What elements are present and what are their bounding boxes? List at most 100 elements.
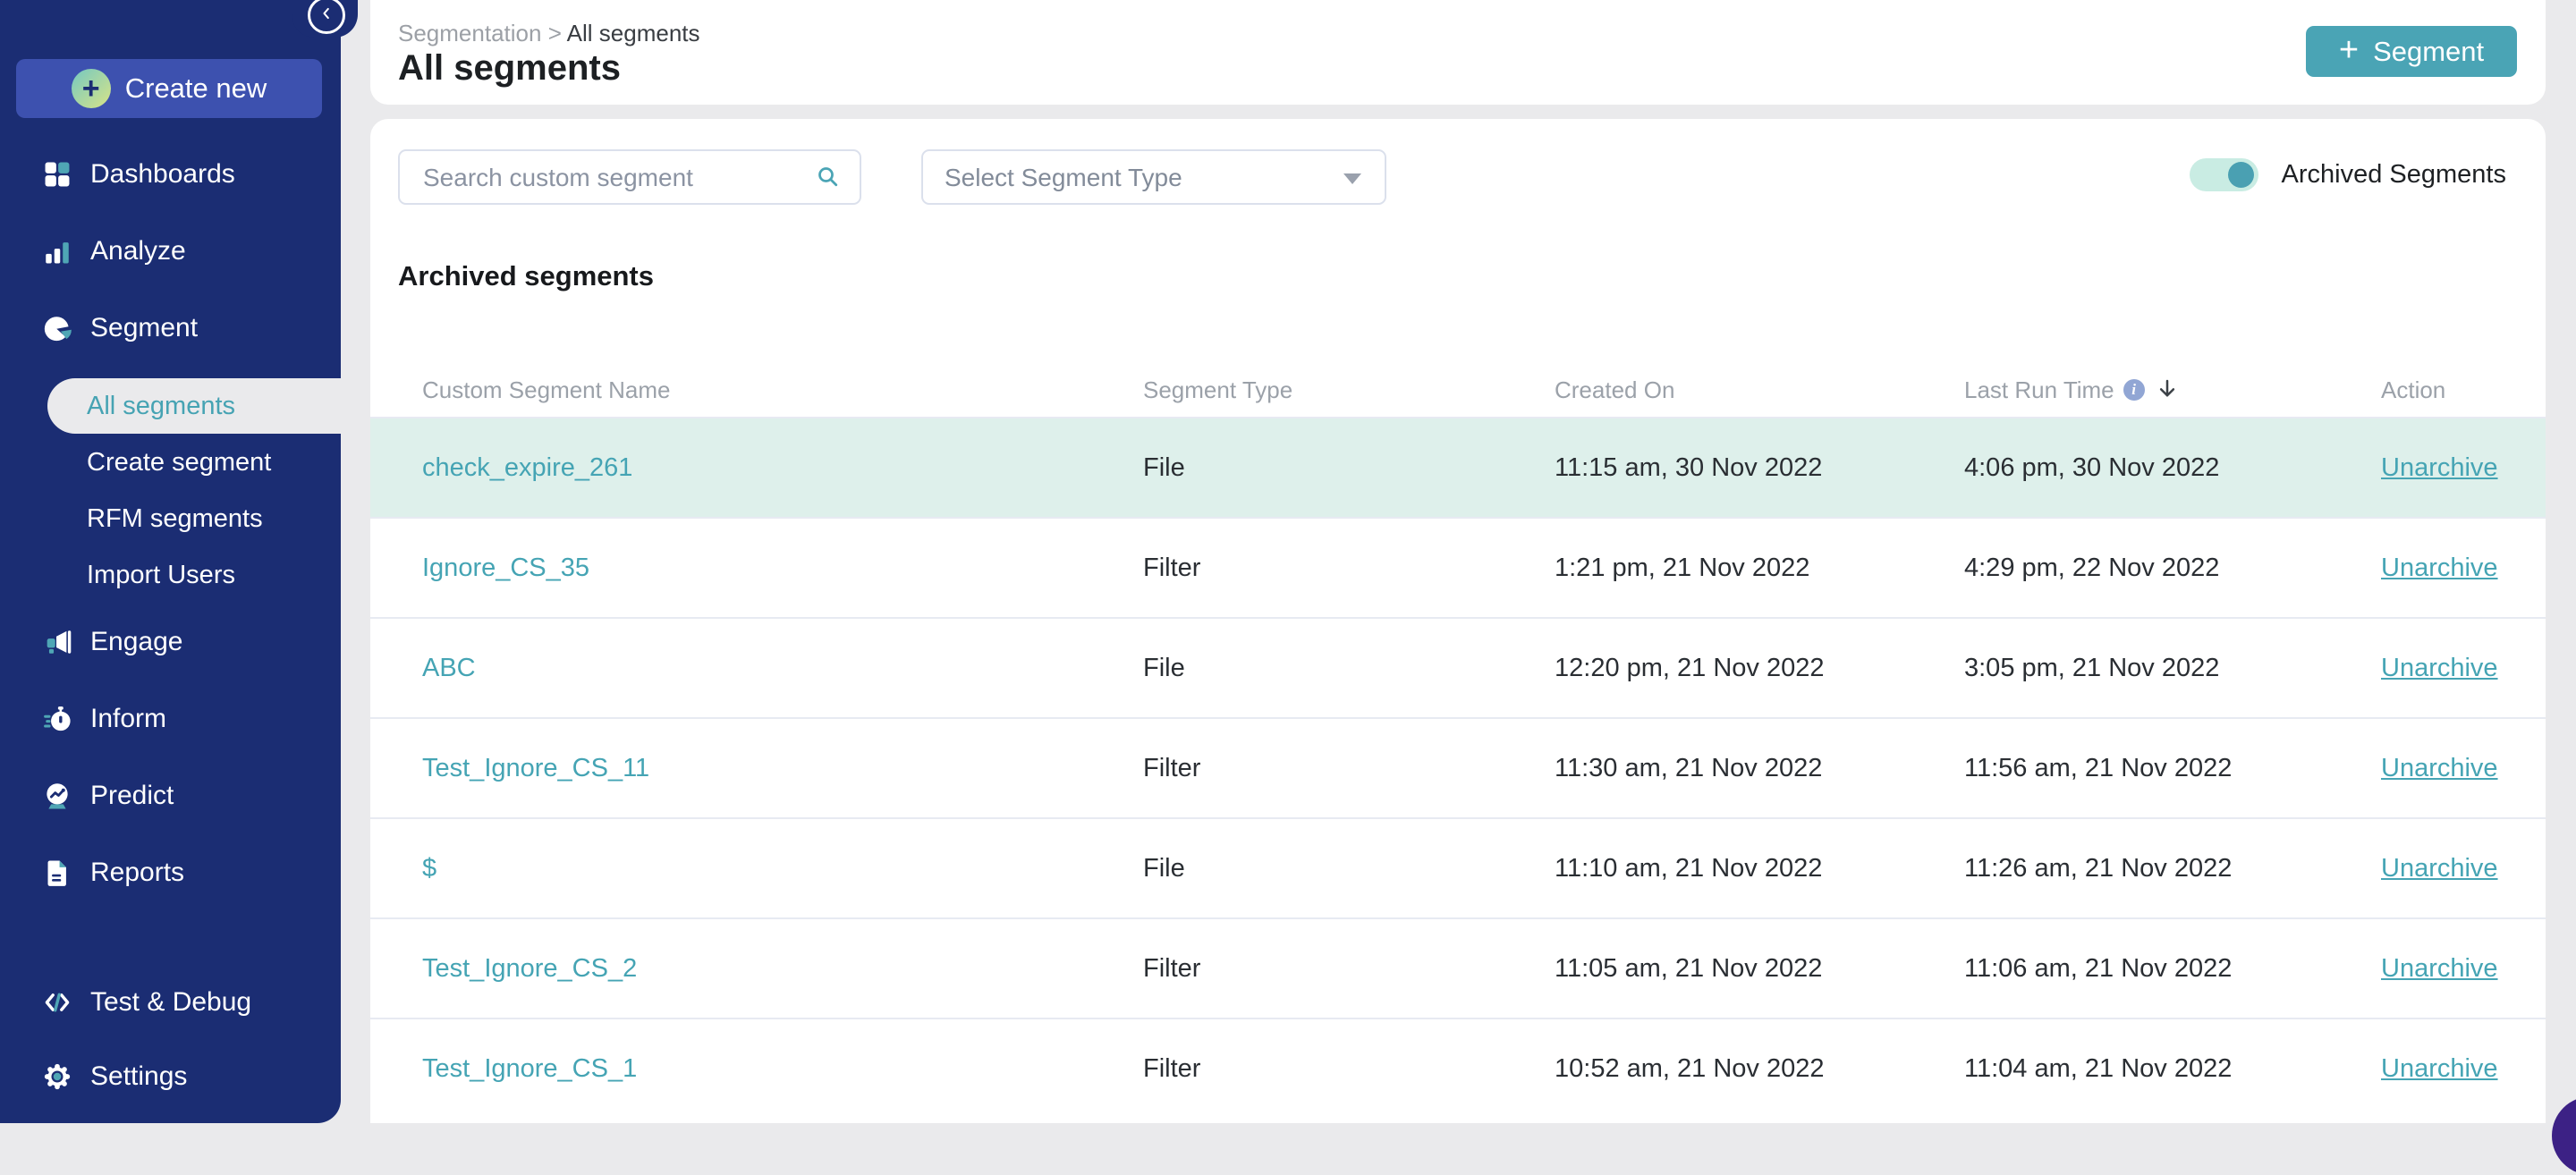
reports-icon bbox=[42, 858, 72, 888]
sidebar-item-label: Segment bbox=[90, 313, 198, 343]
sidebar-item-analyze[interactable]: Analyze bbox=[0, 224, 341, 278]
new-segment-button-label: Segment bbox=[2373, 36, 2484, 68]
plus-icon: + bbox=[72, 69, 111, 108]
archived-segments-toggle[interactable] bbox=[2190, 158, 2258, 191]
segment-type-cell: File bbox=[1143, 453, 1555, 483]
unarchive-link[interactable]: Unarchive bbox=[2381, 453, 2498, 482]
column-header-custom-segment-name: Custom Segment Name bbox=[422, 376, 1143, 404]
code-icon bbox=[42, 987, 72, 1018]
segment-name-link[interactable]: Ignore_CS_35 bbox=[422, 554, 589, 582]
table-row: check_expire_261 File11:15 am, 30 Nov 202… bbox=[370, 417, 2546, 517]
sidebar-item-label: Settings bbox=[90, 1061, 187, 1092]
inform-icon bbox=[42, 704, 72, 734]
table-header-row: Custom Segment NameSegment TypeCreated O… bbox=[370, 363, 2546, 417]
segment-icon bbox=[42, 313, 72, 343]
sidebar-item-settings[interactable]: Settings bbox=[0, 1050, 341, 1103]
chevron-left-icon bbox=[317, 4, 336, 28]
breadcrumb-current: All segments bbox=[567, 20, 700, 46]
chat-widget-button[interactable] bbox=[2552, 1096, 2576, 1175]
chevron-down-icon bbox=[1343, 173, 1361, 184]
sidebar-item-segment[interactable]: Segment bbox=[0, 301, 341, 355]
segment-submenu: All segmentsCreate segmentRFM segmentsIm… bbox=[0, 378, 341, 603]
segment-name-link[interactable]: $ bbox=[422, 854, 436, 883]
sort-desc-icon[interactable] bbox=[2154, 376, 2181, 403]
breadcrumb: Segmentation > All segments bbox=[398, 20, 700, 47]
sidebar: + Create new Dashboards Analyze Segment All… bbox=[0, 0, 341, 1123]
sidebar-subitem-rfm-segments[interactable]: RFM segments bbox=[0, 491, 341, 546]
dashboards-icon bbox=[42, 159, 72, 190]
created-on-cell: 11:15 am, 30 Nov 2022 bbox=[1555, 453, 1964, 483]
sidebar-subitem-all-segments[interactable]: All segments bbox=[47, 378, 341, 434]
sidebar-item-predict[interactable]: Predict bbox=[0, 769, 341, 823]
segments-panel: Select Segment Type Archived Segments Ar… bbox=[370, 119, 2546, 1123]
info-icon[interactable]: i bbox=[2123, 379, 2145, 401]
create-new-label: Create new bbox=[125, 72, 267, 105]
section-title: Archived segments bbox=[398, 260, 654, 292]
plus-icon: + bbox=[2339, 33, 2359, 67]
created-on-cell: 10:52 am, 21 Nov 2022 bbox=[1555, 1054, 1964, 1084]
unarchive-link[interactable]: Unarchive bbox=[2381, 654, 2498, 682]
last-run-cell: 4:29 pm, 22 Nov 2022 bbox=[1964, 554, 2381, 583]
sidebar-item-inform[interactable]: Inform bbox=[0, 692, 341, 746]
sidebar-item-label: Dashboards bbox=[90, 159, 235, 190]
search-icon[interactable] bbox=[815, 164, 842, 190]
toggle-knob bbox=[2228, 162, 2254, 188]
segment-type-cell: File bbox=[1143, 654, 1555, 683]
sidebar-item-label: Engage bbox=[90, 627, 182, 657]
segment-type-select-value: Select Segment Type bbox=[945, 164, 1182, 192]
last-run-cell: 11:26 am, 21 Nov 2022 bbox=[1964, 854, 2381, 883]
table-row: Ignore_CS_35Filter1:21 pm, 21 Nov 20224:… bbox=[370, 517, 2546, 617]
column-header-segment-type: Segment Type bbox=[1143, 376, 1555, 404]
create-new-button[interactable]: + Create new bbox=[16, 59, 322, 118]
unarchive-link[interactable]: Unarchive bbox=[2381, 754, 2498, 782]
sidebar-item-test-debug[interactable]: Test & Debug bbox=[0, 976, 341, 1029]
last-run-cell: 3:05 pm, 21 Nov 2022 bbox=[1964, 654, 2381, 683]
sidebar-footer: Test & Debug Settings bbox=[0, 976, 341, 1103]
last-run-cell: 4:06 pm, 30 Nov 2022 bbox=[1964, 453, 2381, 483]
sidebar-item-reports[interactable]: Reports bbox=[0, 846, 341, 900]
segment-type-cell: Filter bbox=[1143, 954, 1555, 984]
unarchive-link[interactable]: Unarchive bbox=[2381, 854, 2498, 883]
segment-type-cell: Filter bbox=[1143, 554, 1555, 583]
sidebar-item-dashboards[interactable]: Dashboards bbox=[0, 148, 341, 201]
sidebar-item-engage[interactable]: Engage bbox=[0, 615, 341, 669]
segment-type-cell: Filter bbox=[1143, 754, 1555, 783]
search-box bbox=[398, 149, 861, 205]
column-header-action: Action bbox=[2381, 376, 2546, 404]
segment-type-select[interactable]: Select Segment Type bbox=[921, 149, 1386, 205]
table-row: ABC File12:20 pm, 21 Nov 20223:05 pm, 21 … bbox=[370, 617, 2546, 717]
unarchive-link[interactable]: Unarchive bbox=[2381, 1054, 2498, 1083]
unarchive-link[interactable]: Unarchive bbox=[2381, 554, 2498, 582]
column-header-last-run-time[interactable]: Last Run Timei bbox=[1964, 376, 2381, 404]
segments-table-body: check_expire_261File11:15 am, 30 Nov 202… bbox=[370, 417, 2546, 1118]
page-title: All segments bbox=[398, 48, 621, 89]
segment-name-link[interactable]: Test_Ignore_CS_2 bbox=[422, 954, 637, 983]
new-segment-button[interactable]: + Segment bbox=[2306, 26, 2517, 77]
search-input[interactable] bbox=[421, 151, 809, 205]
sidebar-nav: Dashboards Analyze Segment All segmentsCrea… bbox=[0, 148, 341, 923]
created-on-cell: 11:05 am, 21 Nov 2022 bbox=[1555, 954, 1964, 984]
unarchive-link[interactable]: Unarchive bbox=[2381, 954, 2498, 983]
column-header-created-on: Created On bbox=[1555, 376, 1964, 404]
analyze-icon bbox=[42, 236, 72, 266]
last-run-cell: 11:56 am, 21 Nov 2022 bbox=[1964, 754, 2381, 783]
sidebar-item-label: Test & Debug bbox=[90, 987, 251, 1018]
segment-name-link[interactable]: check_expire_261 bbox=[422, 453, 632, 482]
breadcrumb-parent[interactable]: Segmentation bbox=[398, 20, 541, 46]
archived-toggle-label: Archived Segments bbox=[2282, 160, 2506, 190]
table-row: $File11:10 am, 21 Nov 202211:26 am, 21 N… bbox=[370, 817, 2546, 917]
table-row: Test_Ignore_CS_1Filter10:52 am, 21 Nov 2… bbox=[370, 1018, 2546, 1118]
sidebar-subitem-create-segment[interactable]: Create segment bbox=[0, 435, 341, 490]
sidebar-item-label: Analyze bbox=[90, 236, 186, 266]
engage-icon bbox=[42, 627, 72, 657]
last-run-cell: 11:06 am, 21 Nov 2022 bbox=[1964, 954, 2381, 984]
created-on-cell: 12:20 pm, 21 Nov 2022 bbox=[1555, 654, 1964, 683]
sidebar-item-label: Predict bbox=[90, 781, 174, 811]
segment-name-link[interactable]: Test_Ignore_CS_11 bbox=[422, 754, 649, 782]
breadcrumb-separator-glyph: > bbox=[548, 20, 562, 46]
table-row: Test_Ignore_CS_2 Filter11:05 am, 21 Nov 2… bbox=[370, 917, 2546, 1018]
created-on-cell: 11:10 am, 21 Nov 2022 bbox=[1555, 854, 1964, 883]
segment-name-link[interactable]: ABC bbox=[422, 654, 476, 682]
segment-name-link[interactable]: Test_Ignore_CS_1 bbox=[422, 1054, 637, 1083]
sidebar-subitem-import-users[interactable]: Import Users bbox=[0, 547, 341, 603]
